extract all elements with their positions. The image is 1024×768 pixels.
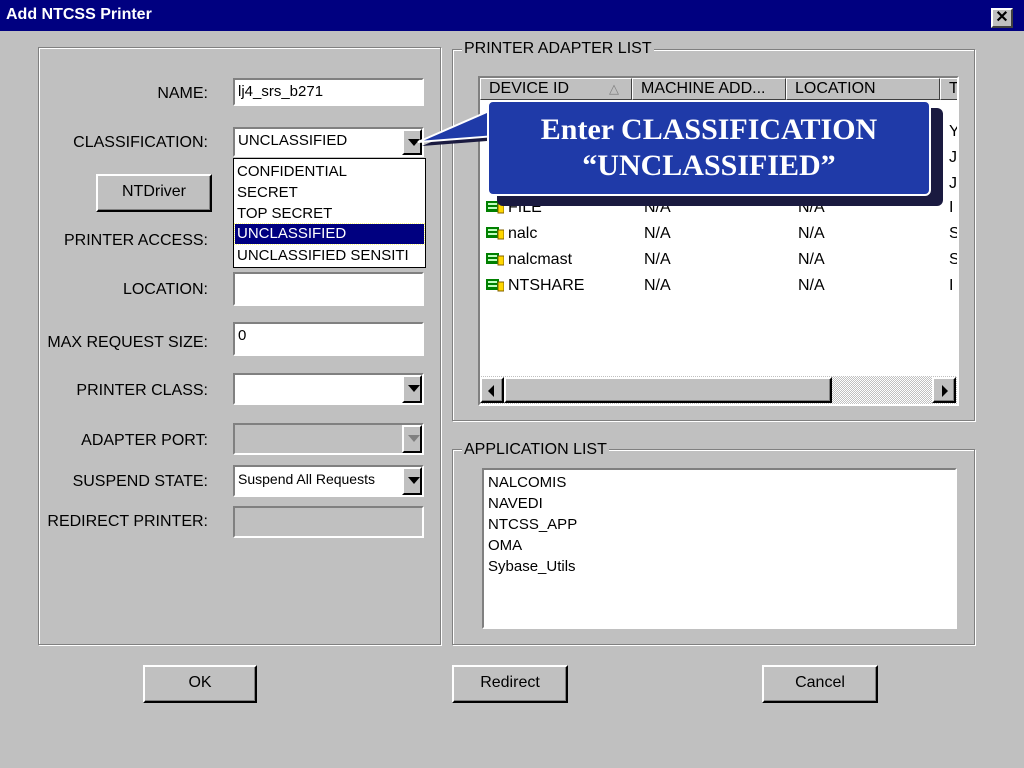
- type-cell: S: [949, 225, 959, 242]
- cancel-button[interactable]: Cancel: [762, 665, 878, 703]
- type-cell: I: [949, 199, 954, 216]
- classification-dropdown[interactable]: UNCLASSIFIED: [233, 127, 424, 157]
- suspend-state-dropdown[interactable]: Suspend All Requests: [233, 465, 424, 497]
- column-header-location[interactable]: LOCATION: [786, 78, 940, 100]
- redirect-printer-field: [233, 506, 424, 538]
- list-item[interactable]: Sybase_Utils: [488, 556, 576, 577]
- location-field[interactable]: [233, 272, 424, 306]
- partial-row-type-1: Y: [949, 123, 959, 140]
- horizontal-scrollbar[interactable]: [480, 376, 957, 404]
- chevron-down-icon[interactable]: [402, 375, 422, 403]
- table-row[interactable]: nalcmast N/A N/A S: [480, 248, 957, 274]
- ok-button[interactable]: OK: [143, 665, 257, 703]
- arrow-right-icon: [942, 385, 948, 397]
- callout-line-2: “UNCLASSIFIED”: [582, 149, 836, 182]
- classification-value: UNCLASSIFIED: [238, 132, 348, 149]
- suspend-state-value: Suspend All Requests: [238, 471, 375, 487]
- location-cell: N/A: [798, 251, 825, 268]
- adapter-port-dropdown: [233, 423, 424, 455]
- scroll-right-button[interactable]: [932, 377, 956, 403]
- device-id-cell: nalcmast: [508, 251, 573, 268]
- location-cell: N/A: [798, 277, 825, 294]
- column-header-machine-address[interactable]: MACHINE ADD...: [632, 78, 786, 100]
- chevron-down-icon[interactable]: [402, 467, 422, 495]
- location-cell: N/A: [798, 225, 825, 242]
- option-secret[interactable]: SECRET: [237, 182, 424, 203]
- instruction-callout: Enter CLASSIFICATION “UNCLASSIFIED”: [487, 100, 931, 196]
- printer-adapter-icon: [486, 252, 505, 266]
- type-cell: S: [949, 251, 959, 268]
- machine-address-cell: N/A: [644, 225, 671, 242]
- classification-label: CLASSIFICATION:: [73, 134, 208, 151]
- option-top-secret[interactable]: TOP SECRET: [237, 203, 424, 224]
- redirect-button[interactable]: Redirect: [452, 665, 568, 703]
- location-label: LOCATION:: [122, 281, 208, 298]
- option-confidential[interactable]: CONFIDENTIAL: [237, 161, 424, 182]
- column-header-type[interactable]: T: [940, 78, 957, 100]
- name-field[interactable]: lj4_srs_b271: [233, 78, 424, 106]
- scroll-left-button[interactable]: [480, 377, 504, 403]
- name-label: NAME:: [157, 85, 208, 102]
- machine-address-cell: N/A: [644, 277, 671, 294]
- title-bar: [0, 0, 1024, 31]
- printer-class-label: PRINTER CLASS:: [76, 382, 208, 399]
- max-request-size-label: MAX REQUEST SIZE:: [47, 334, 208, 351]
- table-row[interactable]: NTSHARE N/A N/A I: [480, 274, 957, 300]
- printer-access-label: PRINTER ACCESS:: [63, 232, 208, 249]
- name-field-value: lj4_srs_b271: [238, 83, 324, 100]
- partial-row-type-2: J: [949, 149, 957, 166]
- ntdriver-button[interactable]: NTDriver: [96, 174, 212, 212]
- table-row[interactable]: nalc N/A N/A S: [480, 222, 957, 248]
- scroll-thumb[interactable]: [504, 377, 832, 403]
- close-button[interactable]: ✕: [991, 8, 1013, 28]
- adapter-port-label: ADAPTER PORT:: [81, 432, 208, 449]
- printer-adapter-icon: [486, 278, 505, 292]
- machine-address-cell: N/A: [644, 251, 671, 268]
- list-item[interactable]: NTCSS_APP: [488, 514, 577, 535]
- suspend-state-label: SUSPEND STATE:: [72, 473, 208, 490]
- column-header-device-id-label: DEVICE ID: [489, 80, 570, 97]
- printer-adapter-icon: [486, 226, 505, 240]
- partial-row-type-3: J: [949, 175, 957, 192]
- max-request-size-field[interactable]: 0: [233, 322, 424, 356]
- list-item[interactable]: OMA: [488, 535, 522, 556]
- redirect-printer-label: REDIRECT PRINTER:: [47, 513, 208, 530]
- option-unclassified[interactable]: UNCLASSIFIED: [234, 223, 425, 245]
- callout-line-1: Enter CLASSIFICATION: [540, 113, 878, 146]
- sort-ascending-icon: △: [609, 81, 619, 96]
- list-item[interactable]: NALCOMIS: [488, 472, 566, 493]
- column-header-device-id[interactable]: DEVICE ID △: [480, 78, 632, 100]
- arrow-left-icon: [488, 385, 494, 397]
- list-item[interactable]: NAVEDI: [488, 493, 543, 514]
- option-unclassified-sensitive[interactable]: UNCLASSIFIED SENSITI: [237, 245, 424, 266]
- classification-options-list: CONFIDENTIAL SECRET TOP SECRET UNCLASSIF…: [233, 158, 426, 268]
- application-list-legend: APPLICATION LIST: [462, 440, 609, 460]
- type-cell: I: [949, 277, 954, 294]
- printer-adapter-list-legend: PRINTER ADAPTER LIST: [462, 39, 654, 59]
- window-title: Add NTCSS Printer: [6, 6, 152, 23]
- max-request-size-value: 0: [238, 327, 247, 344]
- device-id-cell: nalc: [508, 225, 538, 242]
- chevron-down-icon: [402, 425, 422, 453]
- printer-class-dropdown[interactable]: [233, 373, 424, 405]
- device-id-cell: NTSHARE: [508, 277, 585, 294]
- application-list[interactable]: NALCOMIS NAVEDI NTCSS_APP OMA Sybase_Uti…: [482, 468, 957, 629]
